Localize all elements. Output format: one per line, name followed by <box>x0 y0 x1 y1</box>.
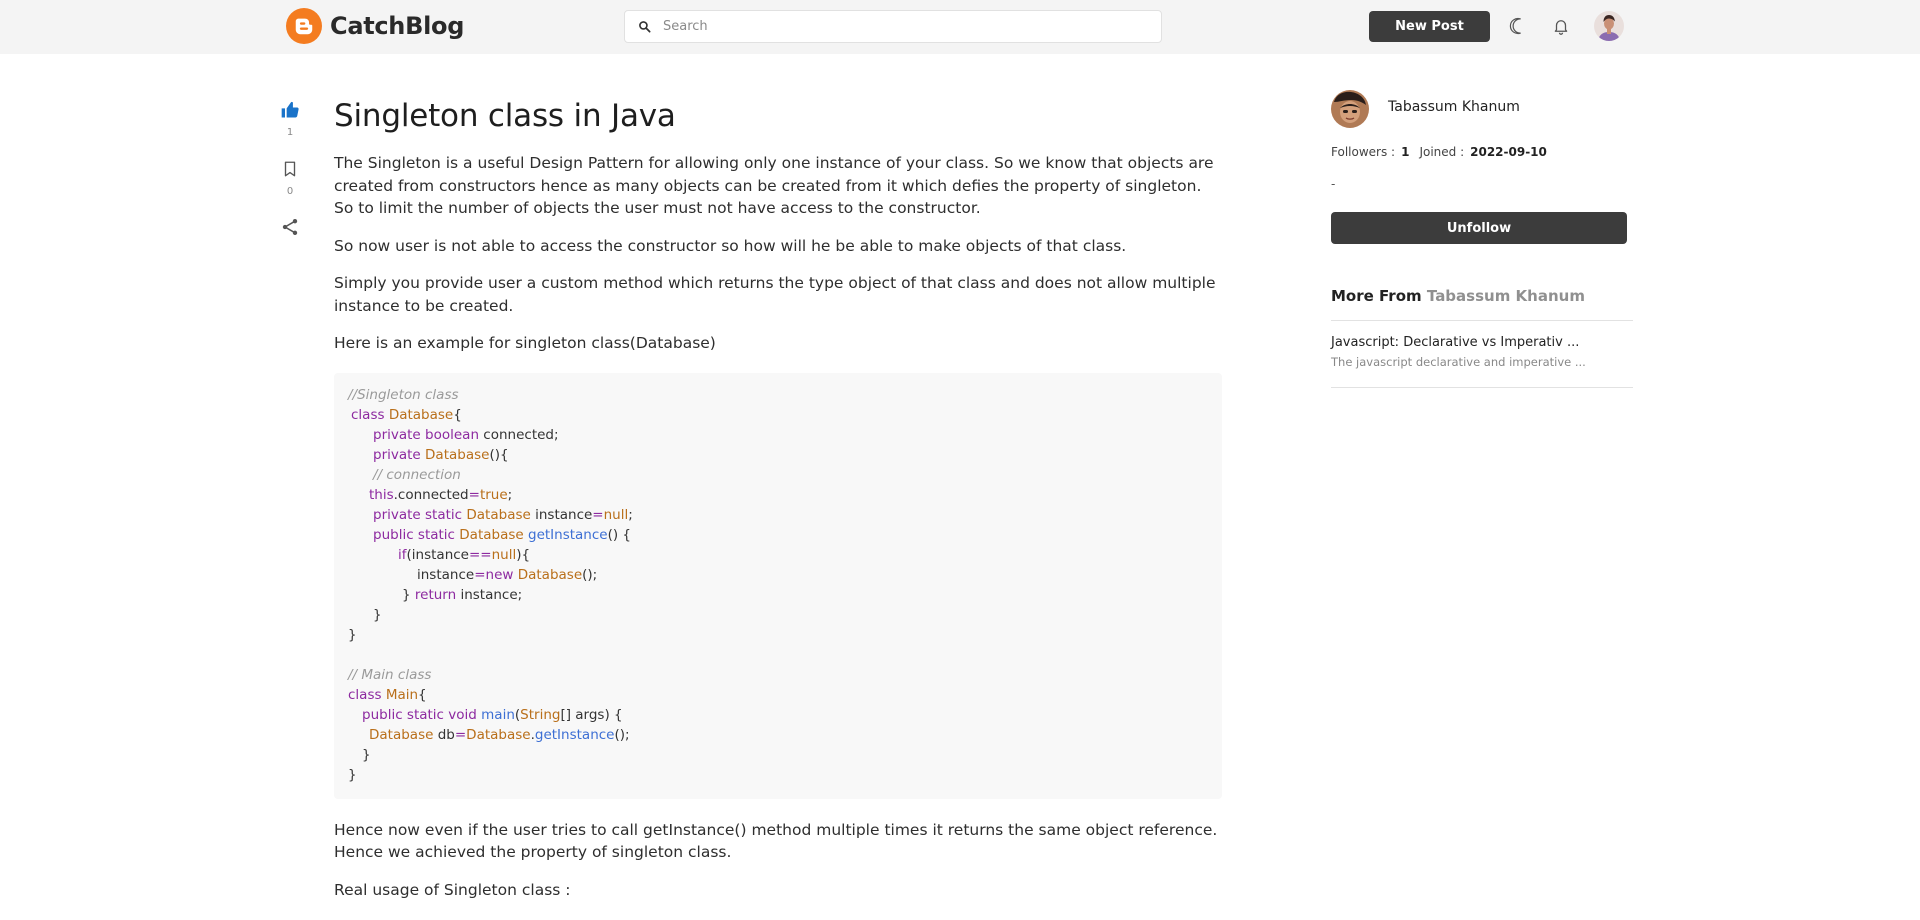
code-line: instance=new Database(); <box>417 566 598 583</box>
code-line: } <box>348 626 357 643</box>
article-paragraph: The Singleton is a useful Design Pattern… <box>334 154 1214 217</box>
more-post-item[interactable]: Javascript: Declarative vs Imperativ ...… <box>1331 335 1633 369</box>
article-paragraph: Here is an example for singleton class(D… <box>334 334 716 352</box>
share-icon <box>280 217 300 241</box>
code-line: this.connected=true; <box>369 486 513 503</box>
code-block: //Singleton class class Database{ privat… <box>334 372 1222 799</box>
user-avatar[interactable] <box>1594 11 1624 41</box>
code-line: private boolean connected; <box>373 426 559 443</box>
moon-icon[interactable] <box>1506 14 1530 38</box>
author-name[interactable]: Tabassum Khanum <box>1388 99 1520 115</box>
share-button[interactable] <box>278 217 302 241</box>
code-line: public static Database getInstance() { <box>373 526 632 543</box>
bookmark-button[interactable]: 0 <box>278 159 302 198</box>
article-paragraph: Simply you provide user a custom method … <box>334 274 1216 315</box>
article-title: Singleton class in Java <box>334 98 676 134</box>
article-paragraph: So now user is not able to access the co… <box>334 236 1127 255</box>
code-line: private static Database instance=null; <box>373 506 633 523</box>
bookmark-count: 0 <box>286 186 294 197</box>
new-post-button[interactable]: New Post <box>1369 11 1490 42</box>
more-from-author[interactable]: Tabassum Khanum <box>1427 287 1585 305</box>
author-stats: Followers : 1 Joined : 2022-09-10 <box>1331 145 1551 159</box>
code-line: public static void main(String[] args) { <box>362 706 623 723</box>
bell-icon[interactable] <box>1549 14 1573 38</box>
code-line: Database db=Database.getInstance(); <box>369 726 630 743</box>
search-icon <box>625 10 663 43</box>
search-input[interactable] <box>663 11 1143 42</box>
code-line: // Main class <box>348 666 432 683</box>
top-navbar: CatchBlog New Post <box>0 0 1920 54</box>
author-avatar[interactable] <box>1331 90 1369 128</box>
article-paragraph: Hence now even if the user tries to call… <box>334 820 1218 862</box>
blogger-logo-icon <box>286 8 322 44</box>
article: Singleton class in Java The Singleton is… <box>334 92 1222 916</box>
like-button[interactable]: 1 <box>278 100 302 139</box>
followers-count: 1 <box>1401 145 1410 159</box>
code-line: if(instance==null){ <box>398 546 531 563</box>
code-line: private Database(){ <box>373 446 509 463</box>
joined-label: Joined : <box>1419 145 1465 159</box>
code-line: } return instance; <box>402 586 523 603</box>
author-bio: - <box>1331 177 1336 191</box>
article-paragraph: Real usage of Singleton class : <box>334 880 571 899</box>
code-line: } <box>362 746 371 763</box>
thumbs-up-icon <box>280 100 300 124</box>
followers-label: Followers : <box>1331 145 1396 159</box>
more-post-title: Javascript: Declarative vs Imperativ ... <box>1331 335 1580 350</box>
divider <box>1331 320 1633 321</box>
brand-link[interactable]: CatchBlog <box>286 8 464 44</box>
joined-date: 2022-09-10 <box>1470 145 1547 159</box>
bookmark-icon <box>281 159 299 183</box>
more-from-label: More From <box>1331 287 1422 305</box>
like-count: 1 <box>286 127 294 138</box>
code-line: } <box>373 606 382 623</box>
code-line: class Main{ <box>348 686 427 703</box>
brand-name: CatchBlog <box>330 12 465 40</box>
search-bar <box>624 10 1162 43</box>
code-line: class Database{ <box>351 406 462 423</box>
unfollow-button[interactable]: Unfollow <box>1331 212 1627 244</box>
more-post-excerpt: The javascript declarative and imperativ… <box>1331 355 1586 369</box>
divider <box>1331 387 1633 388</box>
code-line: //Singleton class <box>348 386 459 403</box>
code-line: } <box>348 766 357 783</box>
code-line: // connection <box>373 466 461 483</box>
more-from-heading: More From Tabassum Khanum <box>1331 287 1585 305</box>
